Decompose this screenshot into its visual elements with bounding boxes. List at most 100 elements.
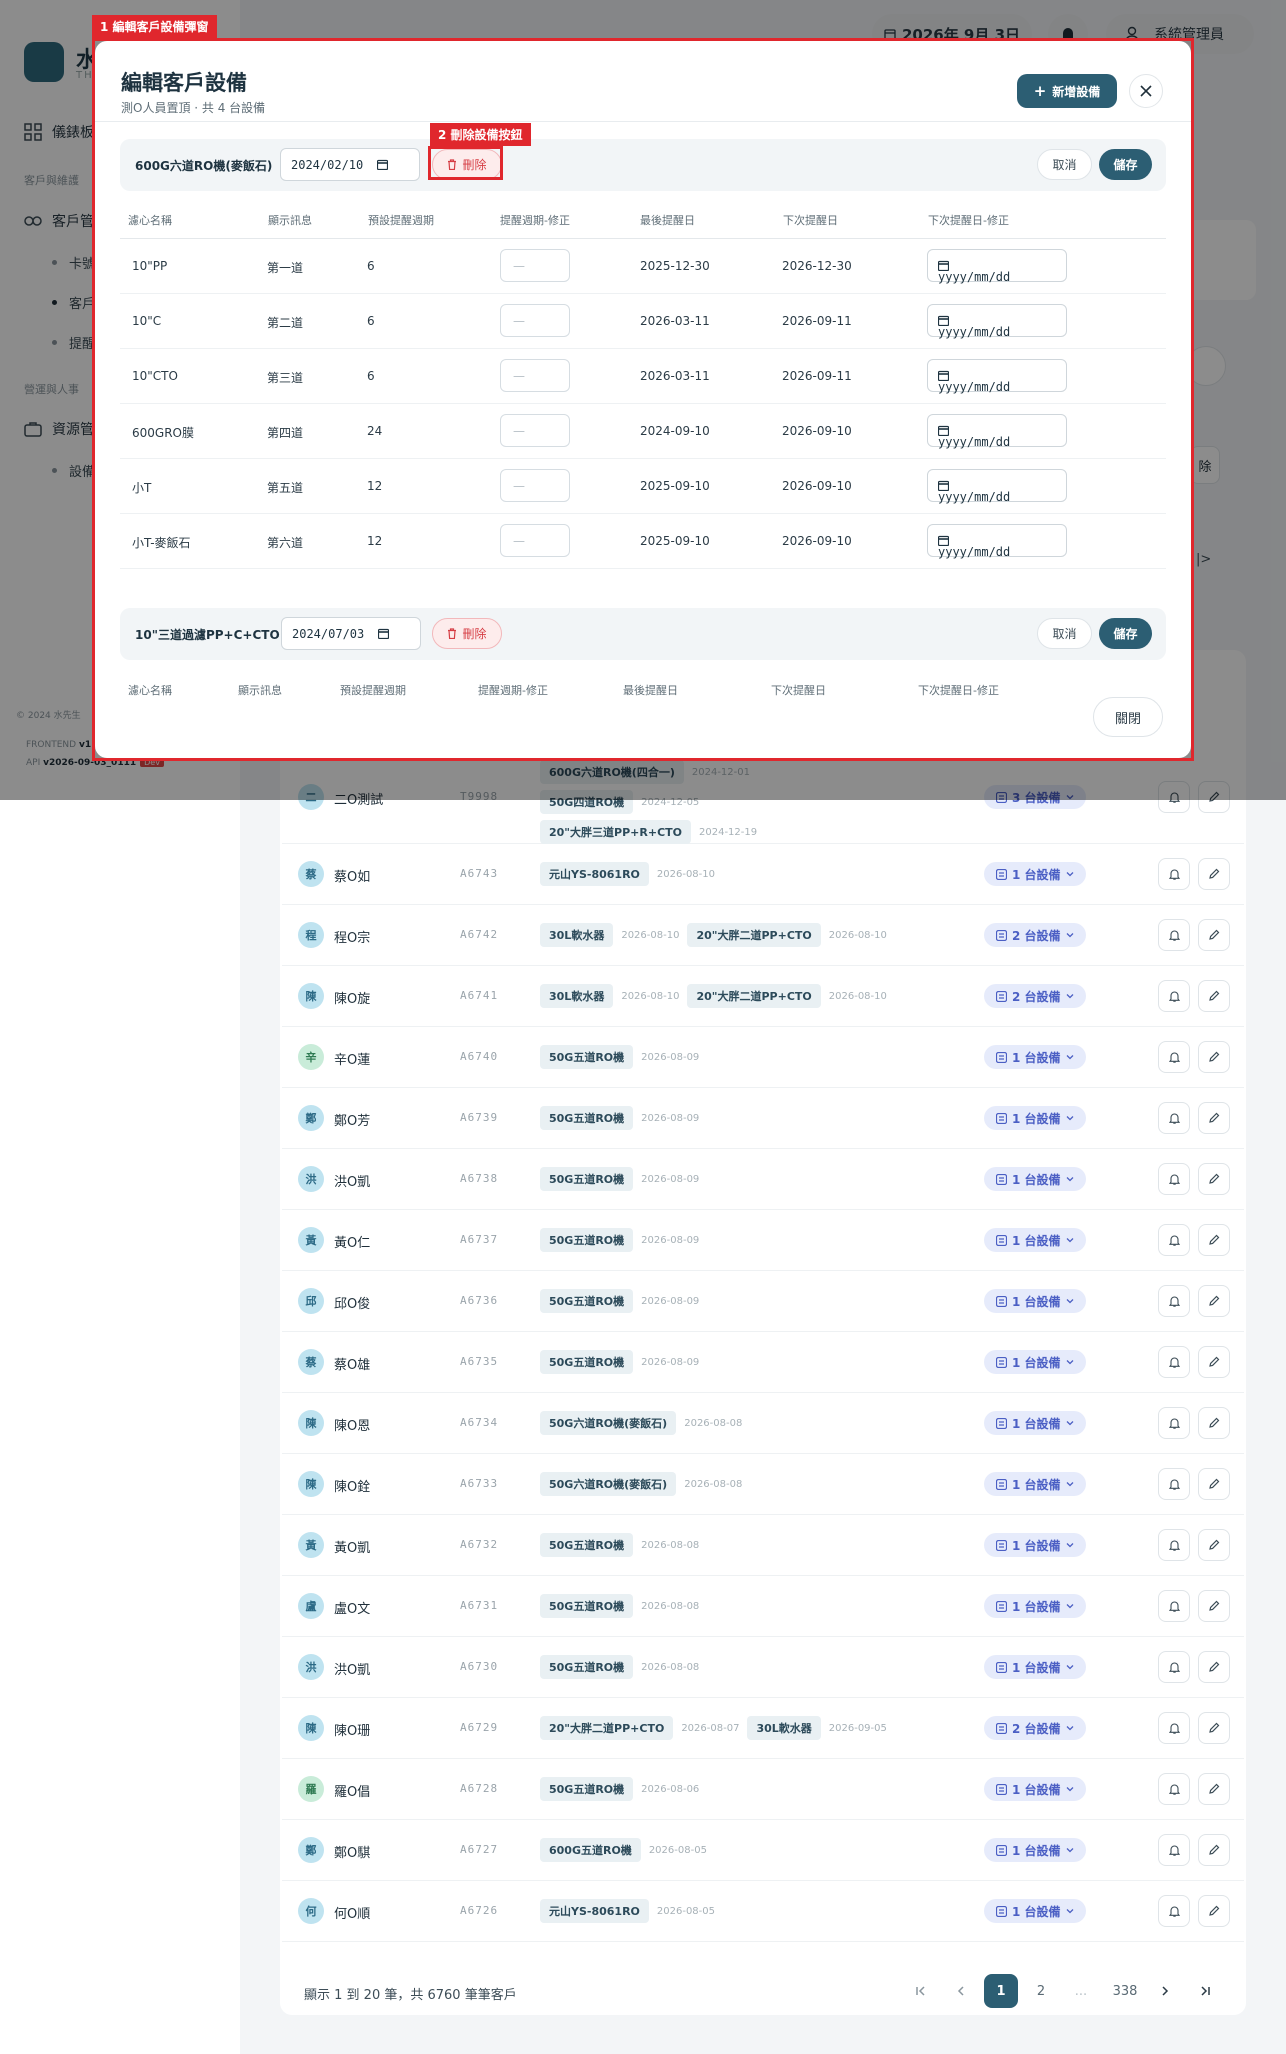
reminder-button[interactable] [1158, 1346, 1190, 1378]
reminder-button[interactable] [1158, 858, 1190, 890]
next-date-fix-input[interactable]: yyyy/mm/dd [927, 249, 1067, 284]
table-row[interactable]: 陳陳O旋 A6741 30L軟水器 2026-08-10 20"大胖二道PP+CTO 20… [282, 966, 1244, 1027]
device-count-badge[interactable]: 1 台設備 [984, 1167, 1086, 1191]
device-count-badge[interactable]: 1 台設備 [984, 1472, 1086, 1496]
table-row[interactable]: 蔡蔡O雄 A6735 50G五道RO機 2026-08-09 1 台設備 [282, 1332, 1244, 1393]
edit-button[interactable] [1198, 1895, 1230, 1927]
device-count-badge[interactable]: 1 台設備 [984, 1899, 1086, 1923]
next-date-fix-input[interactable]: yyyy/mm/dd [927, 469, 1067, 504]
next-date-fix-input[interactable]: yyyy/mm/dd [927, 359, 1067, 394]
table-row[interactable]: 程程O宗 A6742 30L軟水器 2026-08-10 20"大胖二道PP+CTO 20… [282, 905, 1244, 966]
table-row[interactable]: 陳陳O珊 A6729 20"大胖二道PP+CTO 2026-08-07 30L軟水器 20… [282, 1698, 1244, 1759]
table-row[interactable]: 鄭鄭O芳 A6739 50G五道RO機 2026-08-09 1 台設備 [282, 1088, 1244, 1149]
device-count-badge[interactable]: 1 台設備 [984, 1533, 1086, 1557]
edit-button[interactable] [1198, 1163, 1230, 1195]
device-count-badge[interactable]: 2 台設備 [984, 984, 1086, 1008]
delete-device-button[interactable]: 刪除 [432, 618, 502, 649]
device-count-badge[interactable]: 2 台設備 [984, 923, 1086, 947]
reminder-button[interactable] [1158, 1468, 1190, 1500]
reminder-button[interactable] [1158, 1529, 1190, 1561]
cycle-fix-input[interactable]: — [500, 469, 570, 502]
modal-close-button[interactable] [1129, 74, 1163, 108]
edit-button[interactable] [1198, 1712, 1230, 1744]
device-count-badge[interactable]: 1 台設備 [984, 1594, 1086, 1618]
edit-button[interactable] [1198, 1834, 1230, 1866]
edit-button[interactable] [1198, 1773, 1230, 1805]
page-2-button[interactable]: 2 [1024, 1974, 1058, 2008]
close-modal-button[interactable]: 關閉 [1093, 697, 1163, 737]
cancel-button[interactable]: 取消 [1037, 618, 1092, 649]
reminder-button[interactable] [1158, 1285, 1190, 1317]
last-page-number-button[interactable]: 338 [1104, 1974, 1146, 2008]
next-page-button[interactable] [1148, 1974, 1182, 2008]
table-row[interactable]: 洪洪O凱 A6730 50G五道RO機 2026-08-08 1 台設備 [282, 1637, 1244, 1698]
reminder-button[interactable] [1158, 1102, 1190, 1134]
edit-button[interactable] [1198, 1041, 1230, 1073]
reminder-button[interactable] [1158, 980, 1190, 1012]
reminder-button[interactable] [1158, 919, 1190, 951]
table-row[interactable]: 鄭鄭O騏 A6727 600G五道RO機 2026-08-05 1 台設備 [282, 1820, 1244, 1881]
save-button[interactable]: 儲存 [1099, 149, 1152, 180]
reminder-button[interactable] [1158, 1041, 1190, 1073]
reminder-button[interactable] [1158, 1590, 1190, 1622]
page-1-button[interactable]: 1 [984, 1974, 1018, 2008]
edit-button[interactable] [1198, 980, 1230, 1012]
reminder-button[interactable] [1158, 1712, 1190, 1744]
reminder-button[interactable] [1158, 1895, 1190, 1927]
edit-button[interactable] [1198, 919, 1230, 951]
table-row[interactable]: 邱邱O俊 A6736 50G五道RO機 2026-08-09 1 台設備 [282, 1271, 1244, 1332]
edit-button[interactable] [1198, 858, 1230, 890]
add-device-button[interactable]: + 新增設備 [1017, 74, 1117, 108]
cycle-fix-input[interactable]: — [500, 304, 570, 337]
install-date-input[interactable]: 2024/07/03 [281, 617, 421, 650]
reminder-button[interactable] [1158, 1163, 1190, 1195]
device-count-badge[interactable]: 1 台設備 [984, 1228, 1086, 1252]
cycle-fix-input[interactable]: — [500, 414, 570, 447]
device-count-badge[interactable]: 1 台設備 [984, 862, 1086, 886]
last-page-button[interactable] [1188, 1974, 1222, 2008]
next-date-fix-input[interactable]: yyyy/mm/dd [927, 414, 1067, 449]
edit-button[interactable] [1198, 1102, 1230, 1134]
delete-device-button[interactable]: 刪除 [432, 149, 502, 180]
cycle-fix-input[interactable]: — [500, 524, 570, 557]
device-count-badge[interactable]: 2 台設備 [984, 1716, 1086, 1740]
device-count-badge[interactable]: 1 台設備 [984, 1838, 1086, 1862]
edit-button[interactable] [1198, 1590, 1230, 1622]
cycle-fix-input[interactable]: — [500, 249, 570, 282]
table-row[interactable]: 羅羅O倡 A6728 50G五道RO機 2026-08-06 1 台設備 [282, 1759, 1244, 1820]
reminder-button[interactable] [1158, 1834, 1190, 1866]
next-date-fix-input[interactable]: yyyy/mm/dd [927, 524, 1067, 559]
table-row[interactable]: 黃黃O凱 A6732 50G五道RO機 2026-08-08 1 台設備 [282, 1515, 1244, 1576]
table-row[interactable]: 蔡蔡O如 A6743 元山YS-8061RO 2026-08-10 1 台設備 [282, 844, 1244, 905]
table-row[interactable]: 黃黃O仁 A6737 50G五道RO機 2026-08-09 1 台設備 [282, 1210, 1244, 1271]
device-count-badge[interactable]: 1 台設備 [984, 1289, 1086, 1313]
device-count-badge[interactable]: 1 台設備 [984, 1045, 1086, 1069]
device-count-badge[interactable]: 1 台設備 [984, 1106, 1086, 1130]
table-row[interactable]: 何何O順 A6726 元山YS-8061RO 2026-08-05 1 台設備 [282, 1881, 1244, 1942]
device-count-badge[interactable]: 1 台設備 [984, 1411, 1086, 1435]
edit-button[interactable] [1198, 1285, 1230, 1317]
edit-button[interactable] [1198, 1407, 1230, 1439]
edit-button[interactable] [1198, 1346, 1230, 1378]
edit-button[interactable] [1198, 1224, 1230, 1256]
reminder-button[interactable] [1158, 1224, 1190, 1256]
install-date-input[interactable]: 2024/02/10 [280, 148, 420, 181]
device-count-badge[interactable]: 1 台設備 [984, 1655, 1086, 1679]
edit-button[interactable] [1198, 1651, 1230, 1683]
reminder-button[interactable] [1158, 1407, 1190, 1439]
reminder-button[interactable] [1158, 1773, 1190, 1805]
table-row[interactable]: 辛辛O蓮 A6740 50G五道RO機 2026-08-09 1 台設備 [282, 1027, 1244, 1088]
cancel-button[interactable]: 取消 [1037, 149, 1092, 180]
table-row[interactable]: 陳陳O恩 A6734 50G六道RO機(麥飯石) 2026-08-08 1 台設備 [282, 1393, 1244, 1454]
next-date-fix-input[interactable]: yyyy/mm/dd [927, 304, 1067, 339]
reminder-button[interactable] [1158, 1651, 1190, 1683]
table-row[interactable]: 洪洪O凱 A6738 50G五道RO機 2026-08-09 1 台設備 [282, 1149, 1244, 1210]
save-button[interactable]: 儲存 [1099, 618, 1152, 649]
cycle-fix-input[interactable]: — [500, 359, 570, 392]
table-row[interactable]: 盧盧O文 A6731 50G五道RO機 2026-08-08 1 台設備 [282, 1576, 1244, 1637]
prev-page-button[interactable] [944, 1974, 978, 2008]
device-count-badge[interactable]: 1 台設備 [984, 1350, 1086, 1374]
first-page-button[interactable] [904, 1974, 938, 2008]
device-count-badge[interactable]: 1 台設備 [984, 1777, 1086, 1801]
table-row[interactable]: 陳陳O銓 A6733 50G六道RO機(麥飯石) 2026-08-08 1 台設備 [282, 1454, 1244, 1515]
